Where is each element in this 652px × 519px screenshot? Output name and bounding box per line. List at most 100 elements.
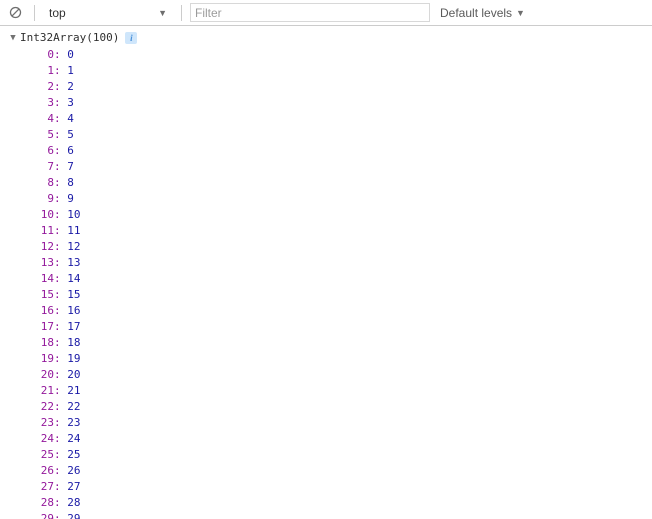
array-entry[interactable]: 2: 2	[40, 80, 652, 96]
array-entry[interactable]: 20: 20	[40, 368, 652, 384]
entry-value: 24	[67, 432, 80, 445]
entry-value: 23	[67, 416, 80, 429]
entry-value: 6	[67, 144, 74, 157]
entry-value: 25	[67, 448, 80, 461]
array-entry[interactable]: 17: 17	[40, 320, 652, 336]
context-label: top	[49, 6, 66, 20]
entry-value: 17	[67, 320, 80, 333]
filter-input[interactable]	[190, 3, 430, 22]
entry-value: 28	[67, 496, 80, 509]
entry-index: 15	[40, 288, 54, 302]
array-entry[interactable]: 28: 28	[40, 496, 652, 512]
entry-value: 9	[67, 192, 74, 205]
array-entry[interactable]: 29: 29	[40, 512, 652, 519]
entry-colon: :	[54, 512, 67, 519]
array-entry[interactable]: 18: 18	[40, 336, 652, 352]
entry-index: 10	[40, 208, 54, 222]
array-entry[interactable]: 5: 5	[40, 128, 652, 144]
array-entry[interactable]: 8: 8	[40, 176, 652, 192]
entry-colon: :	[54, 448, 67, 461]
entry-colon: :	[54, 176, 67, 189]
log-levels-label: Default levels	[440, 6, 512, 20]
array-entry[interactable]: 9: 9	[40, 192, 652, 208]
entry-colon: :	[54, 224, 67, 237]
entry-colon: :	[54, 208, 67, 221]
console-toolbar: top ▼ Default levels ▼	[0, 0, 652, 26]
entry-value: 5	[67, 128, 74, 141]
log-levels-selector[interactable]: Default levels ▼	[434, 6, 531, 20]
entry-index: 9	[40, 192, 54, 206]
array-entry[interactable]: 25: 25	[40, 448, 652, 464]
array-entry[interactable]: 10: 10	[40, 208, 652, 224]
array-entry[interactable]: 19: 19	[40, 352, 652, 368]
object-type-label: Int32Array(100)	[20, 31, 119, 45]
entry-index: 7	[40, 160, 54, 174]
array-entry[interactable]: 13: 13	[40, 256, 652, 272]
entry-colon: :	[54, 272, 67, 285]
entry-value: 10	[67, 208, 80, 221]
array-entry[interactable]: 16: 16	[40, 304, 652, 320]
entry-value: 22	[67, 400, 80, 413]
entry-index: 14	[40, 272, 54, 286]
array-entry[interactable]: 4: 4	[40, 112, 652, 128]
disclosure-triangle-icon[interactable]: ▼	[8, 31, 18, 45]
info-icon[interactable]: i	[125, 32, 137, 44]
entry-value: 4	[67, 112, 74, 125]
entry-value: 14	[67, 272, 80, 285]
array-entry[interactable]: 23: 23	[40, 416, 652, 432]
entry-index: 13	[40, 256, 54, 270]
array-entry[interactable]: 12: 12	[40, 240, 652, 256]
array-entry[interactable]: 1: 1	[40, 64, 652, 80]
array-entry[interactable]: 24: 24	[40, 432, 652, 448]
array-entry[interactable]: 11: 11	[40, 224, 652, 240]
context-selector[interactable]: top ▼	[43, 3, 173, 23]
entry-colon: :	[54, 48, 67, 61]
entry-colon: :	[54, 384, 67, 397]
chevron-down-icon: ▼	[516, 8, 525, 18]
entry-index: 23	[40, 416, 54, 430]
entry-index: 17	[40, 320, 54, 334]
entry-value: 2	[67, 80, 74, 93]
array-entry[interactable]: 7: 7	[40, 160, 652, 176]
array-entry[interactable]: 21: 21	[40, 384, 652, 400]
entry-index: 5	[40, 128, 54, 142]
entry-colon: :	[54, 400, 67, 413]
entry-colon: :	[54, 64, 67, 77]
entry-index: 26	[40, 464, 54, 478]
entry-index: 27	[40, 480, 54, 494]
entry-value: 29	[67, 512, 80, 519]
entry-colon: :	[54, 288, 67, 301]
entry-index: 4	[40, 112, 54, 126]
entry-index: 16	[40, 304, 54, 318]
clear-console-icon[interactable]	[8, 6, 22, 20]
entry-value: 21	[67, 384, 80, 397]
object-header[interactable]: ▼ Int32Array(100) i	[8, 30, 652, 46]
array-entry[interactable]: 6: 6	[40, 144, 652, 160]
entry-value: 8	[67, 176, 74, 189]
entry-colon: :	[54, 416, 67, 429]
entry-index: 11	[40, 224, 54, 238]
entry-colon: :	[54, 480, 67, 493]
entry-index: 25	[40, 448, 54, 462]
entry-colon: :	[54, 496, 67, 509]
array-entry[interactable]: 3: 3	[40, 96, 652, 112]
entry-value: 18	[67, 336, 80, 349]
entry-index: 22	[40, 400, 54, 414]
array-entry[interactable]: 22: 22	[40, 400, 652, 416]
array-entry[interactable]: 27: 27	[40, 480, 652, 496]
toolbar-separator	[34, 5, 35, 21]
array-entry[interactable]: 14: 14	[40, 272, 652, 288]
array-entry[interactable]: 26: 26	[40, 464, 652, 480]
entry-colon: :	[54, 432, 67, 445]
entry-value: 3	[67, 96, 74, 109]
entry-value: 16	[67, 304, 80, 317]
entry-colon: :	[54, 192, 67, 205]
entry-value: 13	[67, 256, 80, 269]
array-entry[interactable]: 15: 15	[40, 288, 652, 304]
entry-value: 12	[67, 240, 80, 253]
entry-colon: :	[54, 256, 67, 269]
entry-value: 11	[67, 224, 80, 237]
entry-value: 27	[67, 480, 80, 493]
array-entry[interactable]: 0: 0	[40, 48, 652, 64]
entry-colon: :	[54, 112, 67, 125]
